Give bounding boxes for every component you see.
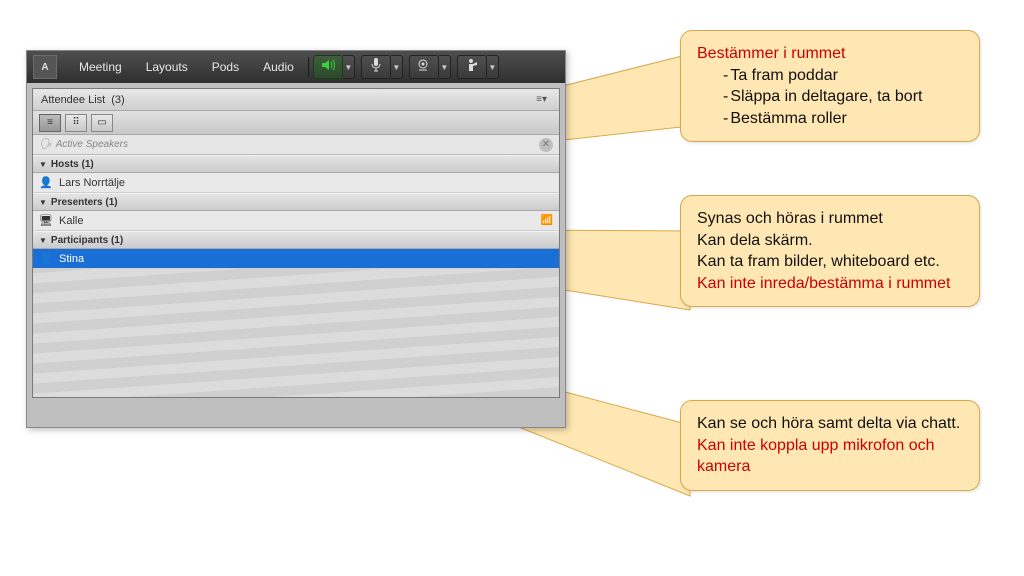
section-participants-label: Participants (1)	[51, 235, 123, 246]
callout-participants-line: Kan se och höra samt delta via chatt.	[697, 413, 963, 435]
raise-hand-dropdown[interactable]: ▼	[487, 55, 499, 79]
callout-hosts-list: Ta fram poddar Släppa in deltagare, ta b…	[697, 65, 963, 130]
chevron-down-icon: ▼	[39, 198, 47, 207]
attendee-row-presenter[interactable]: 🖥 Kalle 📶	[33, 211, 559, 231]
section-participants-header[interactable]: ▼ Participants (1)	[33, 231, 559, 249]
pod-toolbar: ≡ ⠿ ▭	[33, 111, 559, 135]
logo-letter: A	[41, 62, 48, 73]
breakout-icon: ⠿	[72, 117, 79, 128]
section-hosts-label: Hosts (1)	[51, 159, 94, 170]
status-icon: ▭	[97, 117, 106, 128]
view-list-button[interactable]: ≡	[39, 114, 61, 132]
webcam-dropdown[interactable]: ▼	[439, 55, 451, 79]
webcam-icon	[417, 58, 431, 76]
host-user-icon: 👤	[39, 176, 53, 189]
callout-participants-restriction: Kan inte koppla upp mikrofon och kamera	[697, 435, 963, 478]
connection-type-icon: 📶	[541, 215, 553, 226]
section-presenters-label: Presenters (1)	[51, 197, 118, 208]
chevron-down-icon: ▼	[39, 160, 47, 169]
menu-audio[interactable]: Audio	[251, 51, 306, 83]
attendee-list-pod: Attendee List (3) ≡▾ ≡ ⠿ ▭ 🗣 Active Spea…	[32, 88, 560, 398]
speaker-icon	[321, 58, 335, 76]
callout-presenters: Synas och höras i rummet Kan dela skärm.…	[680, 195, 980, 307]
microphone-icon	[371, 58, 381, 77]
callout-hosts-bullet: Bestämma roller	[723, 108, 963, 130]
microphone-dropdown[interactable]: ▼	[391, 55, 403, 79]
raise-hand-icon	[466, 58, 478, 77]
attendee-name: Lars Norrtälje	[59, 177, 125, 189]
raise-hand-button[interactable]	[457, 55, 487, 79]
attendee-name: Stina	[59, 253, 84, 265]
participant-user-icon: 👤	[39, 252, 53, 265]
view-breakout-button[interactable]: ⠿	[65, 114, 87, 132]
speaker-dropdown[interactable]: ▼	[343, 55, 355, 79]
attendee-row-host[interactable]: 👤 Lars Norrtälje	[33, 173, 559, 193]
callout-hosts: Bestämmer i rummet Ta fram poddar Släppa…	[680, 30, 980, 142]
callout-presenters-line: Kan ta fram bilder, whiteboard etc.	[697, 251, 963, 273]
callout-hosts-title: Bestämmer i rummet	[697, 43, 963, 65]
close-speakers-icon[interactable]: ✕	[539, 138, 553, 152]
pod-options-icon[interactable]: ≡▾	[532, 92, 551, 107]
callout-presenters-line: Kan dela skärm.	[697, 230, 963, 252]
menu-separator	[308, 57, 309, 77]
pod-empty-area	[33, 269, 559, 397]
menu-pods[interactable]: Pods	[200, 51, 251, 83]
pod-header: Attendee List (3) ≡▾	[33, 89, 559, 111]
adobe-logo[interactable]: A	[33, 55, 57, 79]
view-status-button[interactable]: ▭	[91, 114, 113, 132]
menu-layouts[interactable]: Layouts	[134, 51, 200, 83]
menubar: A Meeting Layouts Pods Audio ▼ ▼ ▼	[27, 51, 565, 83]
callout-participants: Kan se och höra samt delta via chatt. Ka…	[680, 400, 980, 491]
active-speakers-row: 🗣 Active Speakers ✕	[33, 135, 559, 155]
list-icon: ≡	[47, 117, 53, 128]
pod-title: Attendee List	[41, 94, 105, 106]
callout-presenters-restriction: Kan inte inreda/bestämma i rummet	[697, 273, 963, 295]
callout-hosts-bullet: Släppa in deltagare, ta bort	[723, 86, 963, 108]
speaker-button[interactable]	[313, 55, 343, 79]
presenter-user-icon: 🖥	[39, 214, 53, 227]
menu-meeting[interactable]: Meeting	[67, 51, 134, 83]
attendee-row-participant[interactable]: 👤 Stina	[33, 249, 559, 269]
microphone-button[interactable]	[361, 55, 391, 79]
callout-presenters-line: Synas och höras i rummet	[697, 208, 963, 230]
adobe-connect-window: A Meeting Layouts Pods Audio ▼ ▼ ▼	[26, 50, 566, 428]
section-presenters-header[interactable]: ▼ Presenters (1)	[33, 193, 559, 211]
webcam-button[interactable]	[409, 55, 439, 79]
pod-count: (3)	[111, 94, 124, 106]
callout-hosts-bullet: Ta fram poddar	[723, 65, 963, 87]
chevron-down-icon: ▼	[39, 236, 47, 245]
active-speakers-icon: 🗣	[39, 139, 52, 150]
attendee-name: Kalle	[59, 215, 83, 227]
section-hosts-header[interactable]: ▼ Hosts (1)	[33, 155, 559, 173]
active-speakers-label: Active Speakers	[56, 139, 128, 150]
